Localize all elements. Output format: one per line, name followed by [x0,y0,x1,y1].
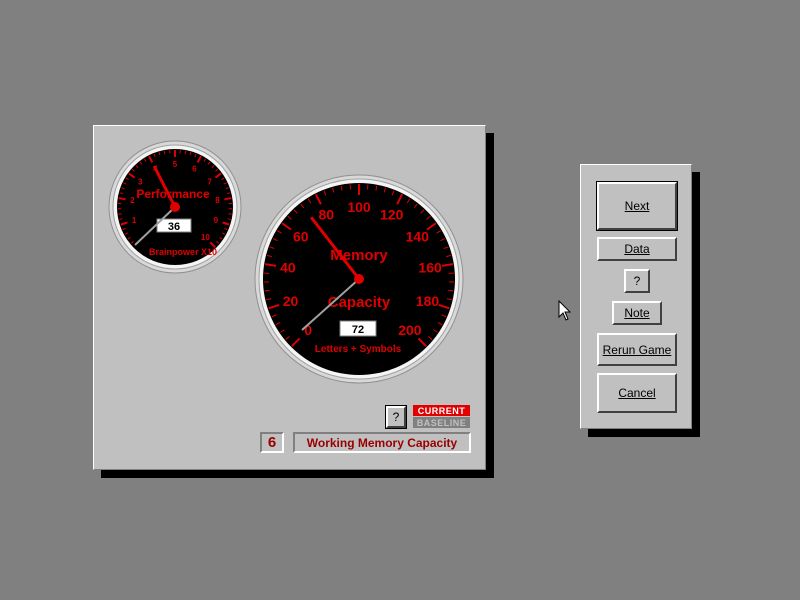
cancel-button[interactable]: Cancel [597,373,677,413]
gauge-tick-label: 8 [215,196,220,205]
gauge-tick-label: 2 [130,196,135,205]
memory-subtitle: Letters + Symbols [315,344,402,355]
performance-title: Performance [136,187,210,201]
memory-gauge: 0 20 40 60 80 100 120 140 160 180 200 Memory Capac… [253,173,465,385]
gauge-tick-label: 5 [173,160,178,169]
gauge-minor-tick [163,150,166,155]
gauge-minor-tick [184,150,187,155]
gauge-tick-label: 9 [214,216,219,225]
button-panel: Next Data ? Note Rerun Game Cancel [580,164,692,429]
note-button[interactable]: Note [612,301,662,325]
gauge-tick-label: 160 [418,260,442,276]
next-button-label: Next [624,199,650,213]
note-button-label: Note [624,306,650,320]
gauge-minor-tick [227,218,231,220]
legend-current: CURRENT [413,405,470,416]
cancel-button-label: Cancel [618,386,656,400]
level-display: 6 [260,432,284,453]
help-button[interactable]: ? [624,269,650,293]
gauge-tick-label: 100 [347,199,371,215]
gauge-tick-label: 60 [293,229,309,245]
data-button[interactable]: Data [597,237,677,261]
gauge-tick-label: 6 [192,164,197,173]
data-button-label: Data [624,242,650,256]
help-button-label: ? [633,274,641,288]
mouse-cursor-icon [558,300,572,321]
legend-baseline: BASELINE [413,417,470,428]
gauge-tick-label: 120 [380,207,404,223]
gauge-major-tick [224,197,232,201]
memory-title-line2: Capacity [328,294,391,311]
gauge-tick-label: 1 [132,216,137,225]
next-button[interactable]: Next [596,181,678,231]
gauge-minor-tick [119,218,123,220]
status-label: Working Memory Capacity [293,432,471,453]
gauge-tick-label: 40 [280,260,296,276]
gauge-minor-tick [264,289,270,292]
gauge-major-tick [118,197,126,201]
memory-value: 72 [352,324,364,336]
performance-needle-hub [170,202,180,212]
gauge-panel: 12345678910 Performance 36 Brainpower X1… [93,125,486,470]
gauge-tick-label: 80 [319,207,335,223]
gauge-tick-label: 20 [283,293,299,309]
gauge-tick-label: 180 [416,293,440,309]
performance-subtitle: Brainpower X10 [149,247,217,257]
rerun-game-button[interactable]: Rerun Game [597,333,677,366]
gauge-tick-label: 140 [406,229,430,245]
gauge-help-button[interactable]: ? [385,405,407,429]
rerun-button-label: Rerun Game [602,342,672,357]
performance-value: 36 [168,221,180,233]
gauge-tick-label: 10 [201,233,210,242]
gauge-minor-tick [448,289,454,292]
memory-needle-hub [354,274,364,284]
gauge-tick-label: 3 [138,178,143,187]
gauge-tick-label: 7 [208,178,213,187]
gauge-tick-label: 200 [398,322,422,338]
performance-gauge: 12345678910 Performance 36 Brainpower X1… [107,139,243,275]
